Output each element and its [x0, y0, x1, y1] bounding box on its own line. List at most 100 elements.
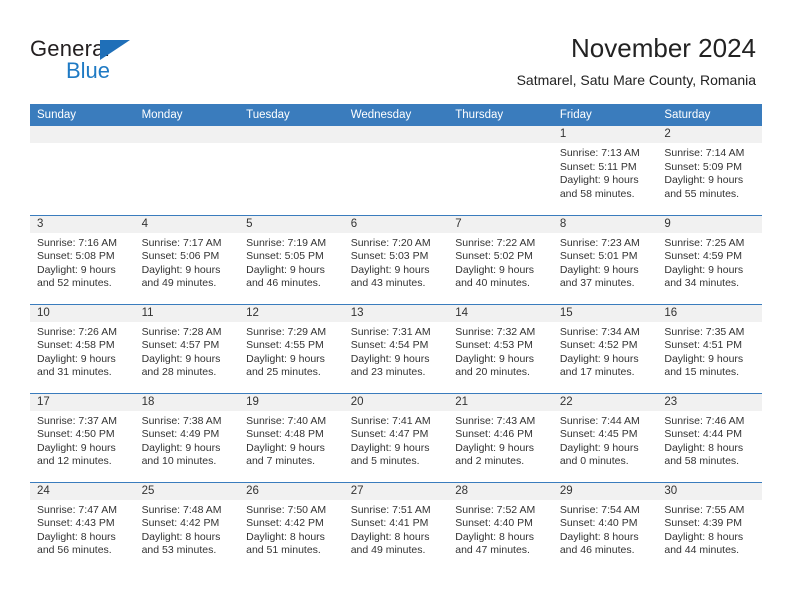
calendar-cell-day-6[interactable]: 6 Sunrise: 7:20 AM Sunset: 5:03 PM Daylight…	[343, 214, 449, 304]
day-number: 23	[657, 393, 762, 411]
calendar-cell-day-7[interactable]: 7 Sunrise: 7:22 AM Sunset: 5:02 PM Daylight…	[448, 214, 553, 304]
calendar-cell-day-19[interactable]: 19 Sunrise: 7:40 AM Sunset: 4:48 PM Dayligh…	[239, 392, 344, 482]
daylight-text-line2: and 25 minutes.	[246, 366, 321, 379]
sunrise-text: Sunrise: 7:44 AM	[559, 414, 640, 427]
sunset-text: Sunset: 5:01 PM	[559, 250, 638, 263]
calendar-page: General Blue November 2024 Satmarel, Sat…	[0, 0, 792, 612]
calendar-cell-day-26[interactable]: 26 Sunrise: 7:50 AM Sunset: 4:42 PM Dayligh…	[239, 481, 344, 571]
calendar-body: 1 Sunrise: 7:13 AM Sunset: 5:11 PM Daylight…	[30, 126, 762, 571]
day-details: Sunrise: 7:22 AM Sunset: 5:02 PM Daylight:…	[448, 233, 553, 291]
calendar-week-row: 1 Sunrise: 7:13 AM Sunset: 5:11 PM Daylight…	[30, 126, 762, 215]
page-subtitle: Satmarel, Satu Mare County, Romania	[516, 72, 756, 88]
sunrise-text: Sunrise: 7:52 AM	[455, 503, 536, 516]
calendar-cell-day-16[interactable]: 16 Sunrise: 7:35 AM Sunset: 4:51 PM Dayligh…	[657, 303, 762, 393]
daylight-text-line2: and 10 minutes.	[141, 455, 217, 468]
calendar-cell-day-24[interactable]: 24 Sunrise: 7:47 AM Sunset: 4:43 PM Dayligh…	[30, 481, 135, 571]
daylight-text-line2: and 17 minutes.	[559, 366, 635, 379]
sunrise-text: Sunrise: 7:25 AM	[664, 236, 745, 249]
calendar-cell-day-3[interactable]: 3 Sunrise: 7:16 AM Sunset: 5:08 PM Daylight…	[30, 214, 135, 304]
calendar-cell-day-5[interactable]: 5 Sunrise: 7:19 AM Sunset: 5:05 PM Daylight…	[239, 214, 344, 304]
calendar-cell-empty	[134, 126, 240, 215]
sunrise-text: Sunrise: 7:37 AM	[37, 414, 117, 427]
daylight-text-line1: Daylight: 8 hours	[664, 530, 744, 543]
sunrise-text: Sunrise: 7:28 AM	[141, 325, 222, 338]
calendar-cell-day-14[interactable]: 14 Sunrise: 7:32 AM Sunset: 4:53 PM Dayligh…	[448, 303, 553, 393]
calendar-cell-day-2[interactable]: 2 Sunrise: 7:14 AM Sunset: 5:09 PM Daylight…	[657, 126, 762, 215]
calendar-cell-day-17[interactable]: 17 Sunrise: 7:37 AM Sunset: 4:50 PM Dayligh…	[30, 392, 135, 482]
calendar-cell-day-30[interactable]: 30 Sunrise: 7:55 AM Sunset: 4:39 PM Dayligh…	[657, 481, 762, 571]
day-number	[448, 126, 553, 143]
daylight-text-line1: Daylight: 8 hours	[37, 530, 116, 543]
sunrise-text: Sunrise: 7:40 AM	[246, 414, 327, 427]
day-number: 4	[134, 215, 240, 233]
calendar-cell-day-28[interactable]: 28 Sunrise: 7:52 AM Sunset: 4:40 PM Dayligh…	[448, 481, 553, 571]
weekday-header-saturday: Saturday	[657, 104, 762, 126]
daylight-text-line2: and 34 minutes.	[664, 277, 740, 290]
sunset-text: Sunset: 4:55 PM	[246, 339, 324, 352]
sunset-text: Sunset: 4:44 PM	[664, 428, 743, 441]
calendar-cell-day-23[interactable]: 23 Sunrise: 7:46 AM Sunset: 4:44 PM Dayligh…	[657, 392, 762, 482]
sunset-text: Sunset: 5:11 PM	[559, 160, 637, 173]
day-number: 18	[134, 393, 240, 411]
daylight-text-line2: and 20 minutes.	[455, 366, 530, 379]
calendar-cell-day-1[interactable]: 1 Sunrise: 7:13 AM Sunset: 5:11 PM Daylight…	[552, 126, 658, 215]
daylight-text-line1: Daylight: 9 hours	[455, 352, 535, 365]
day-number	[343, 126, 449, 143]
sunset-text: Sunset: 4:59 PM	[664, 250, 743, 263]
sunset-text: Sunset: 4:39 PM	[664, 517, 743, 530]
calendar-cell-day-11[interactable]: 11 Sunrise: 7:28 AM Sunset: 4:57 PM Dayligh…	[134, 303, 240, 393]
day-number: 5	[239, 215, 344, 233]
sunset-text: Sunset: 4:47 PM	[350, 428, 429, 441]
calendar-cell-day-18[interactable]: 18 Sunrise: 7:38 AM Sunset: 4:49 PM Dayligh…	[134, 392, 240, 482]
sunrise-text: Sunrise: 7:20 AM	[350, 236, 431, 249]
calendar-cell-day-25[interactable]: 25 Sunrise: 7:48 AM Sunset: 4:42 PM Dayligh…	[134, 481, 240, 571]
calendar-cell-day-4[interactable]: 4 Sunrise: 7:17 AM Sunset: 5:06 PM Daylight…	[134, 214, 240, 304]
day-number: 3	[30, 215, 135, 233]
calendar-cell-day-10[interactable]: 10 Sunrise: 7:26 AM Sunset: 4:58 PM Dayligh…	[30, 303, 135, 393]
sunset-text: Sunset: 4:50 PM	[37, 428, 115, 441]
day-number	[30, 126, 135, 143]
brand-logo[interactable]: General Blue	[30, 36, 210, 86]
daylight-text-line2: and 46 minutes.	[246, 277, 321, 290]
day-number: 8	[552, 215, 658, 233]
day-details: Sunrise: 7:17 AM Sunset: 5:06 PM Daylight:…	[135, 233, 240, 291]
sunrise-text: Sunrise: 7:17 AM	[141, 236, 222, 249]
daylight-text-line2: and 43 minutes.	[350, 277, 426, 290]
calendar-cell-day-20[interactable]: 20 Sunrise: 7:41 AM Sunset: 4:47 PM Dayligh…	[343, 392, 449, 482]
calendar-cell-day-13[interactable]: 13 Sunrise: 7:31 AM Sunset: 4:54 PM Dayligh…	[343, 303, 449, 393]
daylight-text-line1: Daylight: 9 hours	[559, 174, 639, 187]
daylight-text-line1: Daylight: 9 hours	[141, 441, 221, 454]
sunset-text: Sunset: 5:02 PM	[455, 250, 533, 263]
calendar-week-row: 3 Sunrise: 7:16 AM Sunset: 5:08 PM Daylight…	[30, 214, 762, 304]
day-number: 17	[30, 393, 135, 411]
calendar-cell-day-15[interactable]: 15 Sunrise: 7:34 AM Sunset: 4:52 PM Dayligh…	[552, 303, 658, 393]
sunrise-text: Sunrise: 7:55 AM	[664, 503, 745, 516]
day-number: 12	[239, 304, 344, 322]
calendar-cell-day-8[interactable]: 8 Sunrise: 7:23 AM Sunset: 5:01 PM Daylight…	[552, 214, 658, 304]
sunset-text: Sunset: 5:08 PM	[37, 250, 115, 263]
calendar-cell-day-21[interactable]: 21 Sunrise: 7:43 AM Sunset: 4:46 PM Dayligh…	[448, 392, 553, 482]
sunrise-text: Sunrise: 7:34 AM	[559, 325, 640, 338]
day-number: 6	[343, 215, 449, 233]
day-number: 20	[343, 393, 449, 411]
day-number: 14	[448, 304, 553, 322]
calendar-week-row: 24 Sunrise: 7:47 AM Sunset: 4:43 PM Dayligh…	[30, 481, 762, 571]
sunset-text: Sunset: 4:43 PM	[37, 517, 115, 530]
sunrise-text: Sunrise: 7:38 AM	[141, 414, 222, 427]
calendar-cell-day-22[interactable]: 22 Sunrise: 7:44 AM Sunset: 4:45 PM Dayligh…	[552, 392, 658, 482]
day-number: 30	[657, 482, 762, 500]
day-details: Sunrise: 7:41 AM Sunset: 4:47 PM Daylight:…	[344, 411, 449, 469]
page-header: General Blue November 2024 Satmarel, Sat…	[0, 0, 792, 104]
sunrise-text: Sunrise: 7:19 AM	[246, 236, 327, 249]
calendar-cell-day-12[interactable]: 12 Sunrise: 7:29 AM Sunset: 4:55 PM Dayligh…	[239, 303, 344, 393]
daylight-text-line2: and 58 minutes.	[559, 187, 635, 200]
daylight-text-line1: Daylight: 8 hours	[455, 530, 535, 543]
day-number	[134, 126, 240, 143]
sunrise-text: Sunrise: 7:46 AM	[664, 414, 745, 427]
daylight-text-line2: and 37 minutes.	[559, 277, 635, 290]
calendar-cell-day-29[interactable]: 29 Sunrise: 7:54 AM Sunset: 4:40 PM Dayligh…	[552, 481, 658, 571]
calendar-cell-day-9[interactable]: 9 Sunrise: 7:25 AM Sunset: 4:59 PM Daylight…	[657, 214, 762, 304]
day-details: Sunrise: 7:34 AM Sunset: 4:52 PM Daylight:…	[553, 322, 658, 380]
calendar-week-row: 17 Sunrise: 7:37 AM Sunset: 4:50 PM Dayligh…	[30, 392, 762, 482]
calendar-cell-day-27[interactable]: 27 Sunrise: 7:51 AM Sunset: 4:41 PM Dayligh…	[343, 481, 449, 571]
